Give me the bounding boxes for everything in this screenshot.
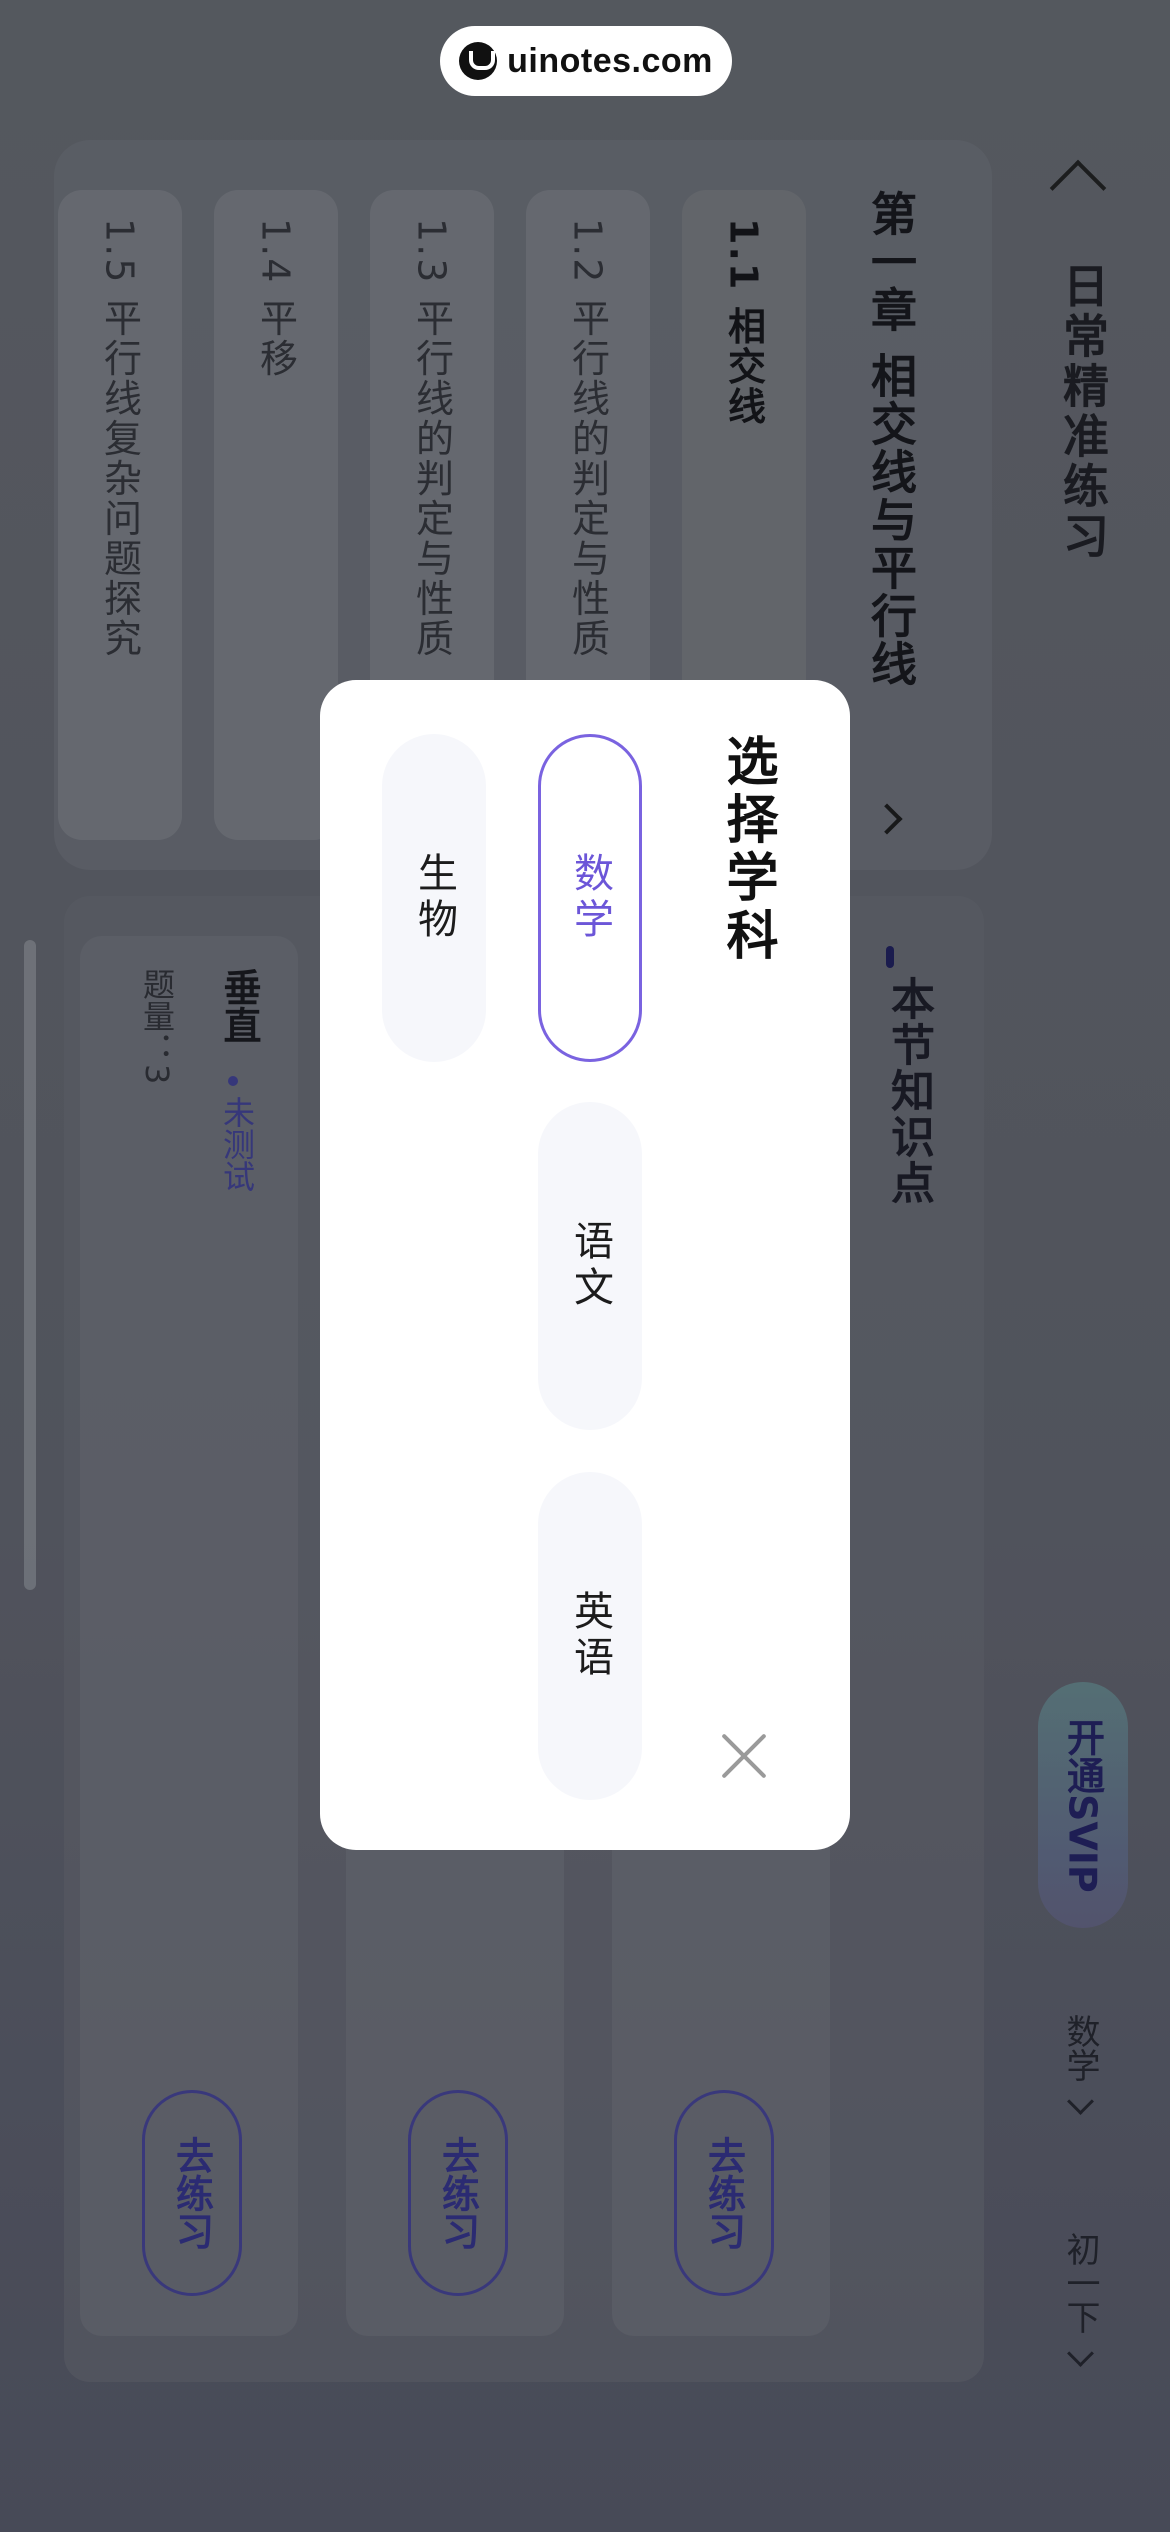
subject-option-chinese[interactable]: 语文 — [538, 1102, 642, 1430]
modal-title: 选择学科 — [717, 734, 777, 966]
watermark-text: uinotes.com — [507, 41, 713, 80]
subject-option-english[interactable]: 英语 — [538, 1472, 642, 1800]
uinotes-logo-icon — [459, 42, 498, 80]
subject-option-math[interactable]: 数学 — [538, 734, 642, 1062]
subject-option-label: 生物 — [411, 852, 457, 944]
watermark-badge: uinotes.com — [440, 26, 732, 96]
subject-option-label: 语文 — [567, 1220, 613, 1312]
subject-picker-modal: 选择学科 数学 语文 英语 生物 — [320, 680, 850, 1850]
page-root: uinotes.com 日常精准练习 开通SVIP 数学 初一下 第一章 相交线… — [0, 0, 1170, 2532]
subject-option-biology[interactable]: 生物 — [382, 734, 486, 1062]
subject-option-label: 数学 — [567, 852, 613, 944]
subject-option-label: 英语 — [567, 1590, 613, 1682]
close-icon[interactable] — [720, 1732, 768, 1780]
